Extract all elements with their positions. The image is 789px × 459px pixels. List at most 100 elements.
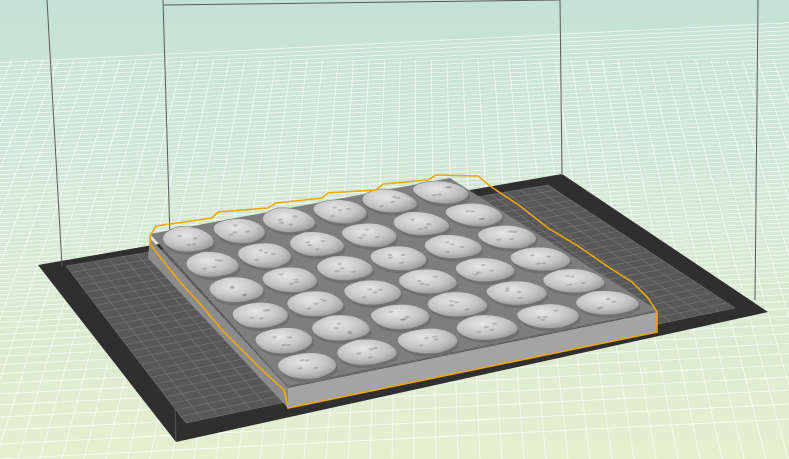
stone-texture bbox=[176, 233, 181, 236]
stone-texture bbox=[595, 305, 600, 308]
stone-texture bbox=[320, 238, 324, 241]
stone-texture bbox=[329, 213, 334, 216]
stone-texture bbox=[280, 342, 285, 345]
stone-texture bbox=[444, 249, 448, 252]
stone-texture bbox=[516, 289, 520, 292]
stone-texture bbox=[185, 242, 190, 245]
stone-texture bbox=[228, 232, 232, 234]
stone-texture bbox=[564, 273, 568, 276]
stone-texture bbox=[542, 314, 546, 317]
stone-texture bbox=[314, 246, 319, 249]
stone-texture bbox=[299, 357, 303, 360]
stone-texture bbox=[361, 232, 366, 235]
stone-texture bbox=[271, 334, 275, 337]
stone-texture bbox=[416, 278, 421, 281]
stone-texture bbox=[321, 298, 326, 301]
stone-texture bbox=[511, 229, 516, 232]
stone-texture bbox=[398, 260, 403, 262]
stone-texture bbox=[350, 269, 354, 272]
stone-texture bbox=[293, 279, 298, 282]
3d-scene[interactable] bbox=[0, 0, 789, 459]
stone-texture bbox=[336, 261, 341, 264]
stone-texture bbox=[306, 242, 311, 245]
stone-texture bbox=[423, 335, 427, 338]
stone-texture bbox=[478, 216, 482, 219]
stone-texture bbox=[339, 265, 343, 268]
3d-viewport[interactable] bbox=[0, 0, 789, 459]
stone-texture bbox=[249, 315, 253, 318]
stone-texture bbox=[448, 298, 453, 301]
stone-texture bbox=[404, 314, 408, 317]
stone-texture bbox=[229, 284, 233, 286]
stone-texture bbox=[391, 194, 395, 196]
stone-texture bbox=[433, 336, 437, 339]
stone-texture bbox=[508, 236, 513, 239]
stone-texture bbox=[304, 239, 309, 242]
stone-texture bbox=[535, 261, 539, 263]
stone-texture bbox=[292, 277, 297, 280]
stone-texture bbox=[387, 252, 391, 255]
stone-texture bbox=[504, 286, 509, 288]
stone-texture bbox=[580, 280, 584, 283]
stone-texture bbox=[201, 266, 206, 269]
stone-texture bbox=[257, 247, 262, 250]
stone-texture bbox=[425, 221, 430, 224]
stone-texture bbox=[387, 309, 392, 311]
stone-texture bbox=[459, 244, 463, 247]
stone-texture bbox=[372, 289, 376, 292]
stone-texture bbox=[488, 268, 493, 270]
stone-texture bbox=[372, 345, 376, 348]
stone-texture bbox=[337, 207, 341, 210]
stone-texture bbox=[277, 217, 281, 220]
stone-texture bbox=[378, 203, 383, 206]
stone-texture bbox=[331, 205, 336, 207]
stone-texture bbox=[377, 287, 381, 290]
stone-texture bbox=[319, 296, 323, 299]
stone-texture bbox=[483, 324, 488, 327]
stone-texture bbox=[336, 321, 340, 323]
stone-texture bbox=[357, 235, 362, 237]
stone-texture bbox=[313, 301, 318, 304]
stone-texture bbox=[334, 268, 339, 271]
stone-texture bbox=[400, 252, 404, 255]
stone-texture bbox=[480, 262, 485, 265]
stone-texture bbox=[424, 282, 428, 284]
stone-texture bbox=[312, 365, 317, 368]
stone-texture bbox=[507, 229, 511, 231]
stone-texture bbox=[241, 292, 246, 294]
stone-texture bbox=[472, 272, 477, 274]
stone-texture bbox=[367, 354, 371, 357]
stone-texture bbox=[287, 221, 292, 224]
stone-texture bbox=[449, 241, 453, 244]
stone-texture bbox=[232, 222, 237, 225]
stone-texture bbox=[611, 299, 615, 302]
stone-texture bbox=[469, 208, 474, 211]
stone-texture bbox=[263, 250, 267, 252]
stone-texture bbox=[244, 229, 249, 231]
stone-texture bbox=[285, 342, 290, 345]
stone-texture bbox=[360, 294, 365, 297]
stone-texture bbox=[517, 295, 522, 298]
stone-texture bbox=[453, 299, 458, 302]
stone-texture bbox=[444, 240, 448, 242]
stone-texture bbox=[363, 227, 368, 229]
stone-texture bbox=[346, 329, 351, 331]
stone-texture bbox=[304, 358, 309, 360]
stone-texture bbox=[232, 229, 236, 232]
stone-texture bbox=[464, 208, 469, 211]
stone-texture bbox=[605, 296, 609, 299]
stone-texture bbox=[366, 287, 371, 289]
stone-texture bbox=[355, 350, 360, 353]
stone-texture bbox=[211, 264, 215, 267]
stone-texture bbox=[448, 302, 453, 305]
stone-texture bbox=[214, 257, 219, 260]
stone-texture bbox=[409, 217, 414, 219]
stone-texture bbox=[333, 325, 338, 328]
stone-texture bbox=[540, 260, 545, 263]
stone-texture bbox=[190, 241, 195, 244]
stone-texture bbox=[401, 316, 405, 319]
stone-texture bbox=[217, 258, 222, 260]
stone-texture bbox=[419, 281, 423, 284]
stone-texture bbox=[270, 251, 274, 254]
stone-texture bbox=[432, 274, 437, 276]
